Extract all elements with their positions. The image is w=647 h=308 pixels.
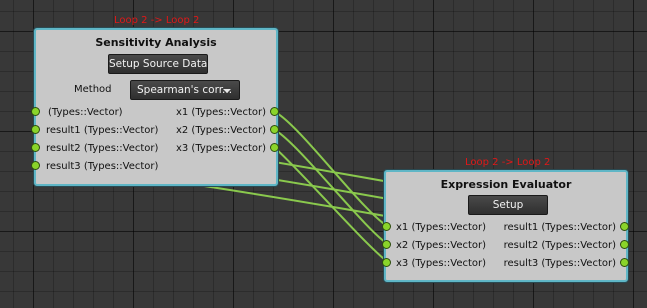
output-port[interactable]: [270, 107, 279, 116]
input-port-label: x2 (Types::Vector): [396, 240, 487, 251]
wire-x2[interactable]: [274, 129, 390, 246]
input-port[interactable]: [31, 143, 40, 152]
input-port-label: x1 (Types::Vector): [396, 222, 487, 233]
method-label: Method: [74, 84, 112, 95]
input-port[interactable]: [382, 240, 391, 249]
output-port[interactable]: [270, 143, 279, 152]
method-select-value: Spearman's corr...: [137, 84, 233, 96]
setup-source-data-button[interactable]: Setup Source Data: [108, 54, 208, 74]
method-select[interactable]: Spearman's corr...: [130, 80, 240, 100]
wire-x1[interactable]: [274, 111, 390, 228]
expression-evaluator-node[interactable]: Expression Evaluator Setup x1 (Types::Ve…: [384, 170, 628, 282]
loop-label: Loop 2 -> Loop 2: [465, 157, 551, 168]
input-port-label: result1 (Types::Vector): [46, 125, 159, 136]
output-port-label: x3 (Types::Vector): [175, 143, 266, 154]
graph-canvas[interactable]: Loop 2 -> Loop 2 Sensitivity Analysis Se…: [0, 0, 647, 308]
node-title: Sensitivity Analysis: [95, 36, 217, 49]
output-port[interactable]: [620, 258, 629, 267]
output-port[interactable]: [270, 125, 279, 134]
input-port[interactable]: [382, 258, 391, 267]
input-port[interactable]: [31, 107, 40, 116]
chevron-down-icon: [223, 89, 231, 93]
input-port[interactable]: [31, 125, 40, 134]
loop-label: Loop 2 -> Loop 2: [114, 15, 200, 26]
output-port[interactable]: [620, 222, 629, 231]
output-port[interactable]: [620, 240, 629, 249]
output-port-label: result2 (Types::Vector): [503, 240, 616, 251]
input-port-label: x3 (Types::Vector): [396, 258, 487, 269]
input-port-label: (Types::Vector): [48, 107, 123, 118]
output-port-label: x2 (Types::Vector): [175, 125, 266, 136]
setup-button[interactable]: Setup: [468, 195, 548, 215]
sensitivity-analysis-node[interactable]: Sensitivity Analysis Setup Source Data M…: [34, 28, 278, 186]
node-title: Expression Evaluator: [440, 178, 572, 191]
output-port-label: x1 (Types::Vector): [175, 107, 266, 118]
output-port-label: result1 (Types::Vector): [503, 222, 616, 233]
input-port[interactable]: [382, 222, 391, 231]
output-port-label: result3 (Types::Vector): [503, 258, 616, 269]
input-port-label: result3 (Types::Vector): [46, 161, 159, 172]
input-port-label: result2 (Types::Vector): [46, 143, 159, 154]
input-port[interactable]: [31, 161, 40, 170]
